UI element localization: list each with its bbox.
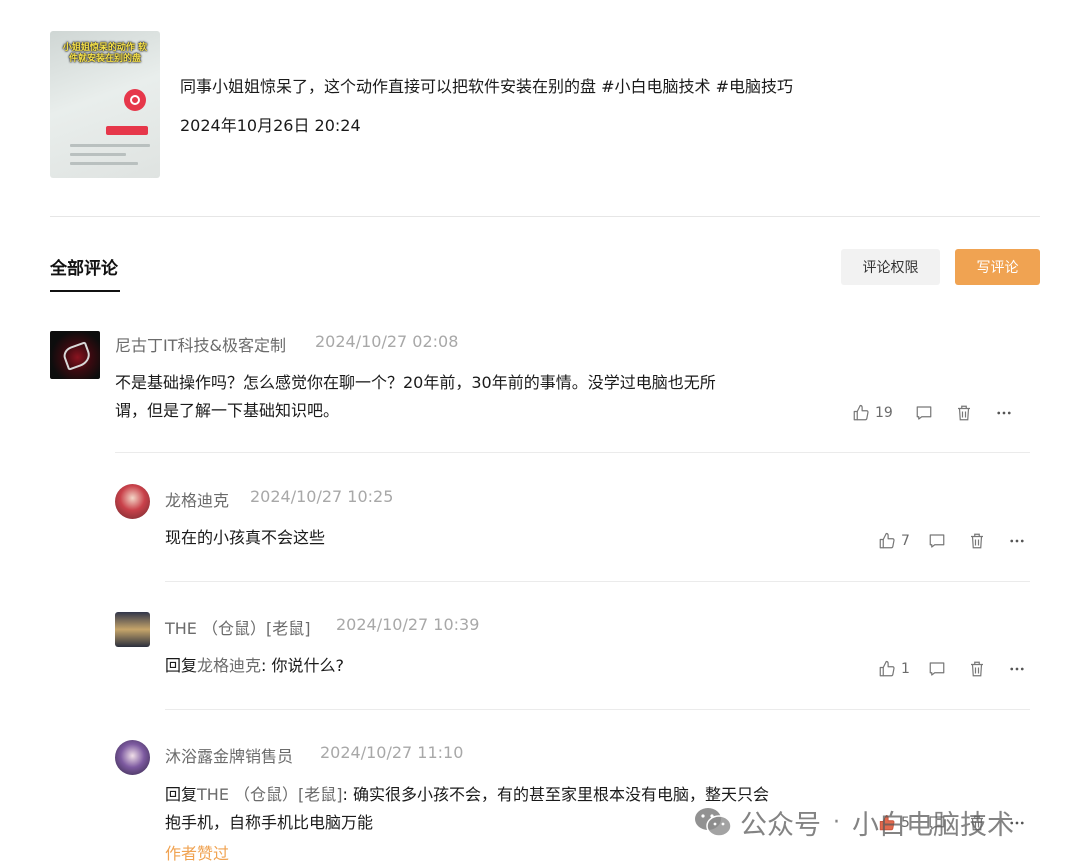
thumbnail-caption: 小姐姐惊呆的动作 软件就安装在别的盘 [62,43,148,64]
more-button[interactable] [995,404,1013,422]
like-button[interactable]: 7 [878,532,910,550]
reply-button[interactable] [915,404,933,422]
divider [50,216,1040,217]
comment-time: 2024/10/27 10:25 [250,487,394,506]
app-logo-icon [124,89,146,111]
tab-all-comments[interactable]: 全部评论 [50,254,118,279]
delete-button[interactable] [968,532,986,550]
thumbnail-text-lines [70,144,150,174]
like-count: 7 [901,533,910,549]
comment-bubble-icon [916,406,932,420]
comment-text-line: 回复THE （仓鼠）[老鼠]: 确实很多小孩不会，有的甚至家里根本没有电脑，整天… [165,781,769,809]
thumbs-up-icon [879,660,895,677]
comment-author[interactable]: 沐浴露金牌销售员 [165,743,293,767]
comment-author[interactable]: 龙格迪克 [165,487,229,511]
trash-icon [970,661,983,677]
more-dots-icon [1010,539,1024,543]
comment-permission-button[interactable]: 评论权限 [841,249,940,285]
more-button[interactable] [1008,532,1026,550]
like-button[interactable]: 19 [852,404,893,422]
comment-text: 不是基础操作吗？怎么感觉你在聊一个？20年前，30年前的事情。没学过电脑也无所 … [115,369,716,425]
reply-button[interactable] [928,532,946,550]
delete-button[interactable] [968,660,986,678]
reply-prefix: 回复 [165,785,198,804]
avatar[interactable] [50,331,100,379]
divider [165,581,1030,582]
avatar[interactable] [115,612,150,647]
write-comment-button[interactable]: 写评论 [955,249,1040,285]
reply-to-user[interactable]: 龙格迪克 [197,656,261,675]
more-dots-icon [1010,667,1024,671]
comment-text: 回复THE （仓鼠）[老鼠]: 确实很多小孩不会，有的甚至家里根本没有电脑，整天… [165,781,769,837]
watermark: 公众号 · 小白电脑技术 [694,800,1014,844]
trash-icon [970,533,983,549]
comment-bubble-icon [929,662,945,676]
more-button[interactable] [1008,660,1026,678]
author-liked-badge: 作者赞过 [165,844,230,863]
avatar[interactable] [115,484,150,519]
post-title[interactable]: 同事小姐姐惊呆了，这个动作直接可以把软件安装在别的盘 #小白电脑技术 #电脑技巧 [180,73,793,97]
delete-button[interactable] [955,404,973,422]
comment-actions: 19 [852,403,1013,423]
divider [115,452,1030,453]
avatar[interactable] [115,740,150,775]
like-count: 1 [901,661,910,677]
thumbs-up-icon [879,532,895,549]
tab-active-underline [50,290,120,292]
comment-text-line: 谓，但是了解一下基础知识吧。 [115,401,340,420]
comment-text-line: 不是基础操作吗？怎么感觉你在聊一个？20年前，30年前的事情。没学过电脑也无所 [115,373,716,392]
reply-to-user[interactable]: THE （仓鼠）[老鼠] [197,785,343,804]
comment-actions: 1 [878,659,1026,679]
post-date: 2024年10月26日 20:24 [180,116,361,135]
comment-actions: 7 [878,531,1026,551]
thumbnail-button-shape [106,126,148,135]
watermark-account: 小白电脑技术 [852,809,1014,841]
thumbs-up-icon [853,404,869,421]
reply-button[interactable] [928,660,946,678]
reply-text: : 你说什么? [261,656,345,675]
watermark-platform: 公众号 [740,809,821,841]
comment-bubble-icon [929,534,945,548]
reply-prefix: 回复 [165,656,198,675]
comment-text-line: 抱手机，自称手机比电脑万能 [165,813,374,832]
wechat-icon [695,808,732,837]
comment-author[interactable]: THE （仓鼠）[老鼠] [165,615,311,639]
comment-time: 2024/10/27 10:39 [336,615,480,634]
like-count: 19 [875,405,893,421]
trash-icon [957,405,970,421]
comment-text: 回复龙格迪克: 你说什么? [165,652,344,680]
watermark-separator: · [833,809,840,835]
post-thumbnail[interactable]: 小姐姐惊呆的动作 软件就安装在别的盘 [50,31,160,178]
comment-time: 2024/10/27 02:08 [315,332,459,351]
comment-text: 现在的小孩真不会这些 [165,528,326,547]
comment-author[interactable]: 尼古丁IT科技&极客定制 [115,332,286,356]
divider [165,709,1030,710]
comment-time: 2024/10/27 11:10 [320,743,464,762]
like-button[interactable]: 1 [878,660,910,678]
more-dots-icon [997,411,1011,415]
